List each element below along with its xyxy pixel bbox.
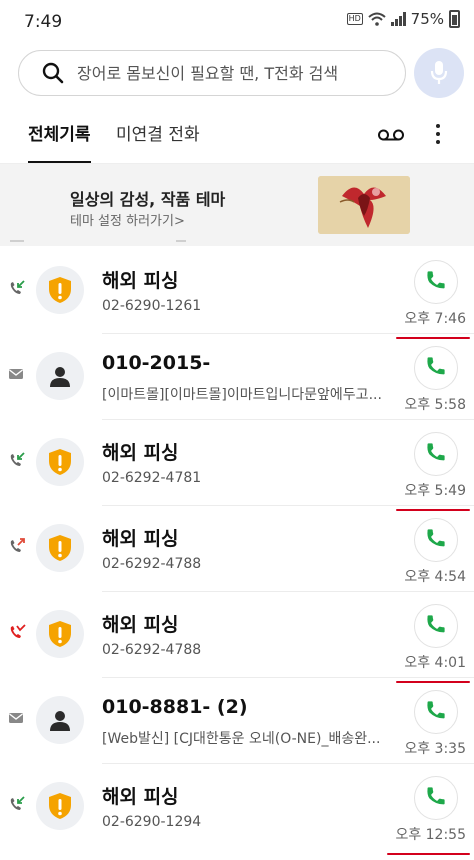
caller-detail: 02-6292-4781 [102, 470, 202, 486]
incoming-call-icon [8, 796, 26, 814]
search-icon [42, 62, 64, 84]
caller-name: 해외 피싱 [102, 614, 179, 636]
call-log-row[interactable]: 해외 피싱 02-6292-4788 오후 4:01 [0, 592, 474, 678]
missed-call-icon [8, 624, 26, 642]
battery-percent: 75% [410, 10, 444, 28]
voicemail-icon[interactable] [377, 128, 405, 142]
caller-name: 010-8881- (2) [102, 696, 248, 718]
tab-missed-calls[interactable]: 미연결 전화 [116, 120, 200, 145]
status-bar: 7:49 HD 75% [0, 0, 474, 44]
call-log-row[interactable]: 해외 피싱 02-6292-4781 오후 5:49 [0, 420, 474, 506]
call-time: 오후 12:55 [395, 827, 466, 843]
phone-icon [425, 355, 447, 381]
call-time: 오후 3:35 [404, 741, 466, 757]
voice-search-button[interactable] [414, 48, 464, 98]
call-log-row[interactable]: 해외 피싱 02-6290-1294 오후 12:55 [0, 764, 474, 850]
signal-icon [390, 12, 406, 26]
battery-icon [449, 10, 460, 28]
phone-icon [425, 527, 447, 553]
call-back-button[interactable] [414, 518, 458, 562]
tab-bar: 전체기록 미연결 전화 [0, 110, 474, 164]
phone-icon [425, 785, 447, 811]
scroll-shadow [176, 240, 186, 242]
incoming-call-icon [8, 280, 26, 298]
caller-detail: [이마트몰][이마트몰]이마트입니다문앞에두고... [102, 387, 382, 403]
search-input[interactable] [77, 63, 387, 83]
call-back-button[interactable] [414, 776, 458, 820]
phone-icon [425, 269, 447, 295]
more-options-icon[interactable] [430, 122, 446, 146]
call-time: 오후 4:54 [404, 569, 466, 585]
incoming-call-icon [8, 452, 26, 470]
call-back-button[interactable] [414, 260, 458, 304]
message-icon [8, 710, 26, 728]
caller-detail: 02-6292-4788 [102, 642, 202, 658]
warning-shield-icon[interactable] [36, 782, 84, 830]
caller-name: 010-2015- [102, 352, 211, 374]
caller-detail: [Web발신] [CJ대한통운 오네(O-NE)_배송완... [102, 731, 381, 747]
phone-icon [425, 699, 447, 725]
caller-name: 해외 피싱 [102, 786, 179, 808]
banner-artwork-image [318, 176, 410, 234]
call-log-row[interactable]: 010-8881- (2) [Web발신] [CJ대한통운 오네(O-NE)_배송… [0, 678, 474, 764]
outgoing-call-icon [8, 538, 26, 556]
search-bar[interactable] [18, 50, 406, 96]
microphone-icon [430, 61, 448, 84]
phone-icon [425, 613, 447, 639]
call-time: 오후 5:58 [404, 397, 466, 413]
scroll-shadow [10, 240, 24, 242]
call-log-row[interactable]: 해외 피싱 02-6292-4788 오후 4:54 [0, 506, 474, 592]
call-back-button[interactable] [414, 346, 458, 390]
call-log-row[interactable]: 010-2015- [이마트몰][이마트몰]이마트입니다문앞에두고... 오후 5:… [0, 334, 474, 420]
message-icon [8, 366, 26, 384]
caller-name: 해외 피싱 [102, 442, 179, 464]
caller-detail: 02-6292-4788 [102, 556, 202, 572]
caller-detail: 02-6290-1294 [102, 814, 202, 830]
caller-name: 해외 피싱 [102, 528, 179, 550]
hd-volte-icon: HD [346, 13, 363, 25]
call-time: 오후 4:01 [404, 655, 466, 671]
call-back-button[interactable] [414, 690, 458, 734]
call-time: 오후 7:46 [404, 311, 466, 327]
warning-shield-icon[interactable] [36, 266, 84, 314]
call-back-button[interactable] [414, 432, 458, 476]
phone-icon [425, 441, 447, 467]
call-log-row[interactable]: 해외 피싱 02-6290-1261 오후 7:46 [0, 248, 474, 334]
warning-shield-icon[interactable] [36, 524, 84, 572]
warning-shield-icon[interactable] [36, 610, 84, 658]
status-time: 7:49 [24, 12, 63, 32]
banner-link[interactable]: 테마 설정 하러가기> [70, 210, 185, 229]
wifi-icon [367, 12, 386, 26]
tab-all-calls[interactable]: 전체기록 [28, 120, 91, 164]
person-icon[interactable] [36, 352, 84, 400]
call-back-button[interactable] [414, 604, 458, 648]
status-icons: HD 75% [346, 10, 460, 28]
caller-name: 해외 피싱 [102, 270, 179, 292]
caller-detail: 02-6290-1261 [102, 298, 202, 314]
person-icon[interactable] [36, 696, 84, 744]
theme-banner[interactable]: 일상의 감성, 작품 테마 테마 설정 하러가기> [0, 164, 474, 246]
call-time: 오후 5:49 [404, 483, 466, 499]
red-underline-annotation [387, 853, 470, 855]
warning-shield-icon[interactable] [36, 438, 84, 486]
banner-title: 일상의 감성, 작품 테마 [70, 190, 226, 209]
